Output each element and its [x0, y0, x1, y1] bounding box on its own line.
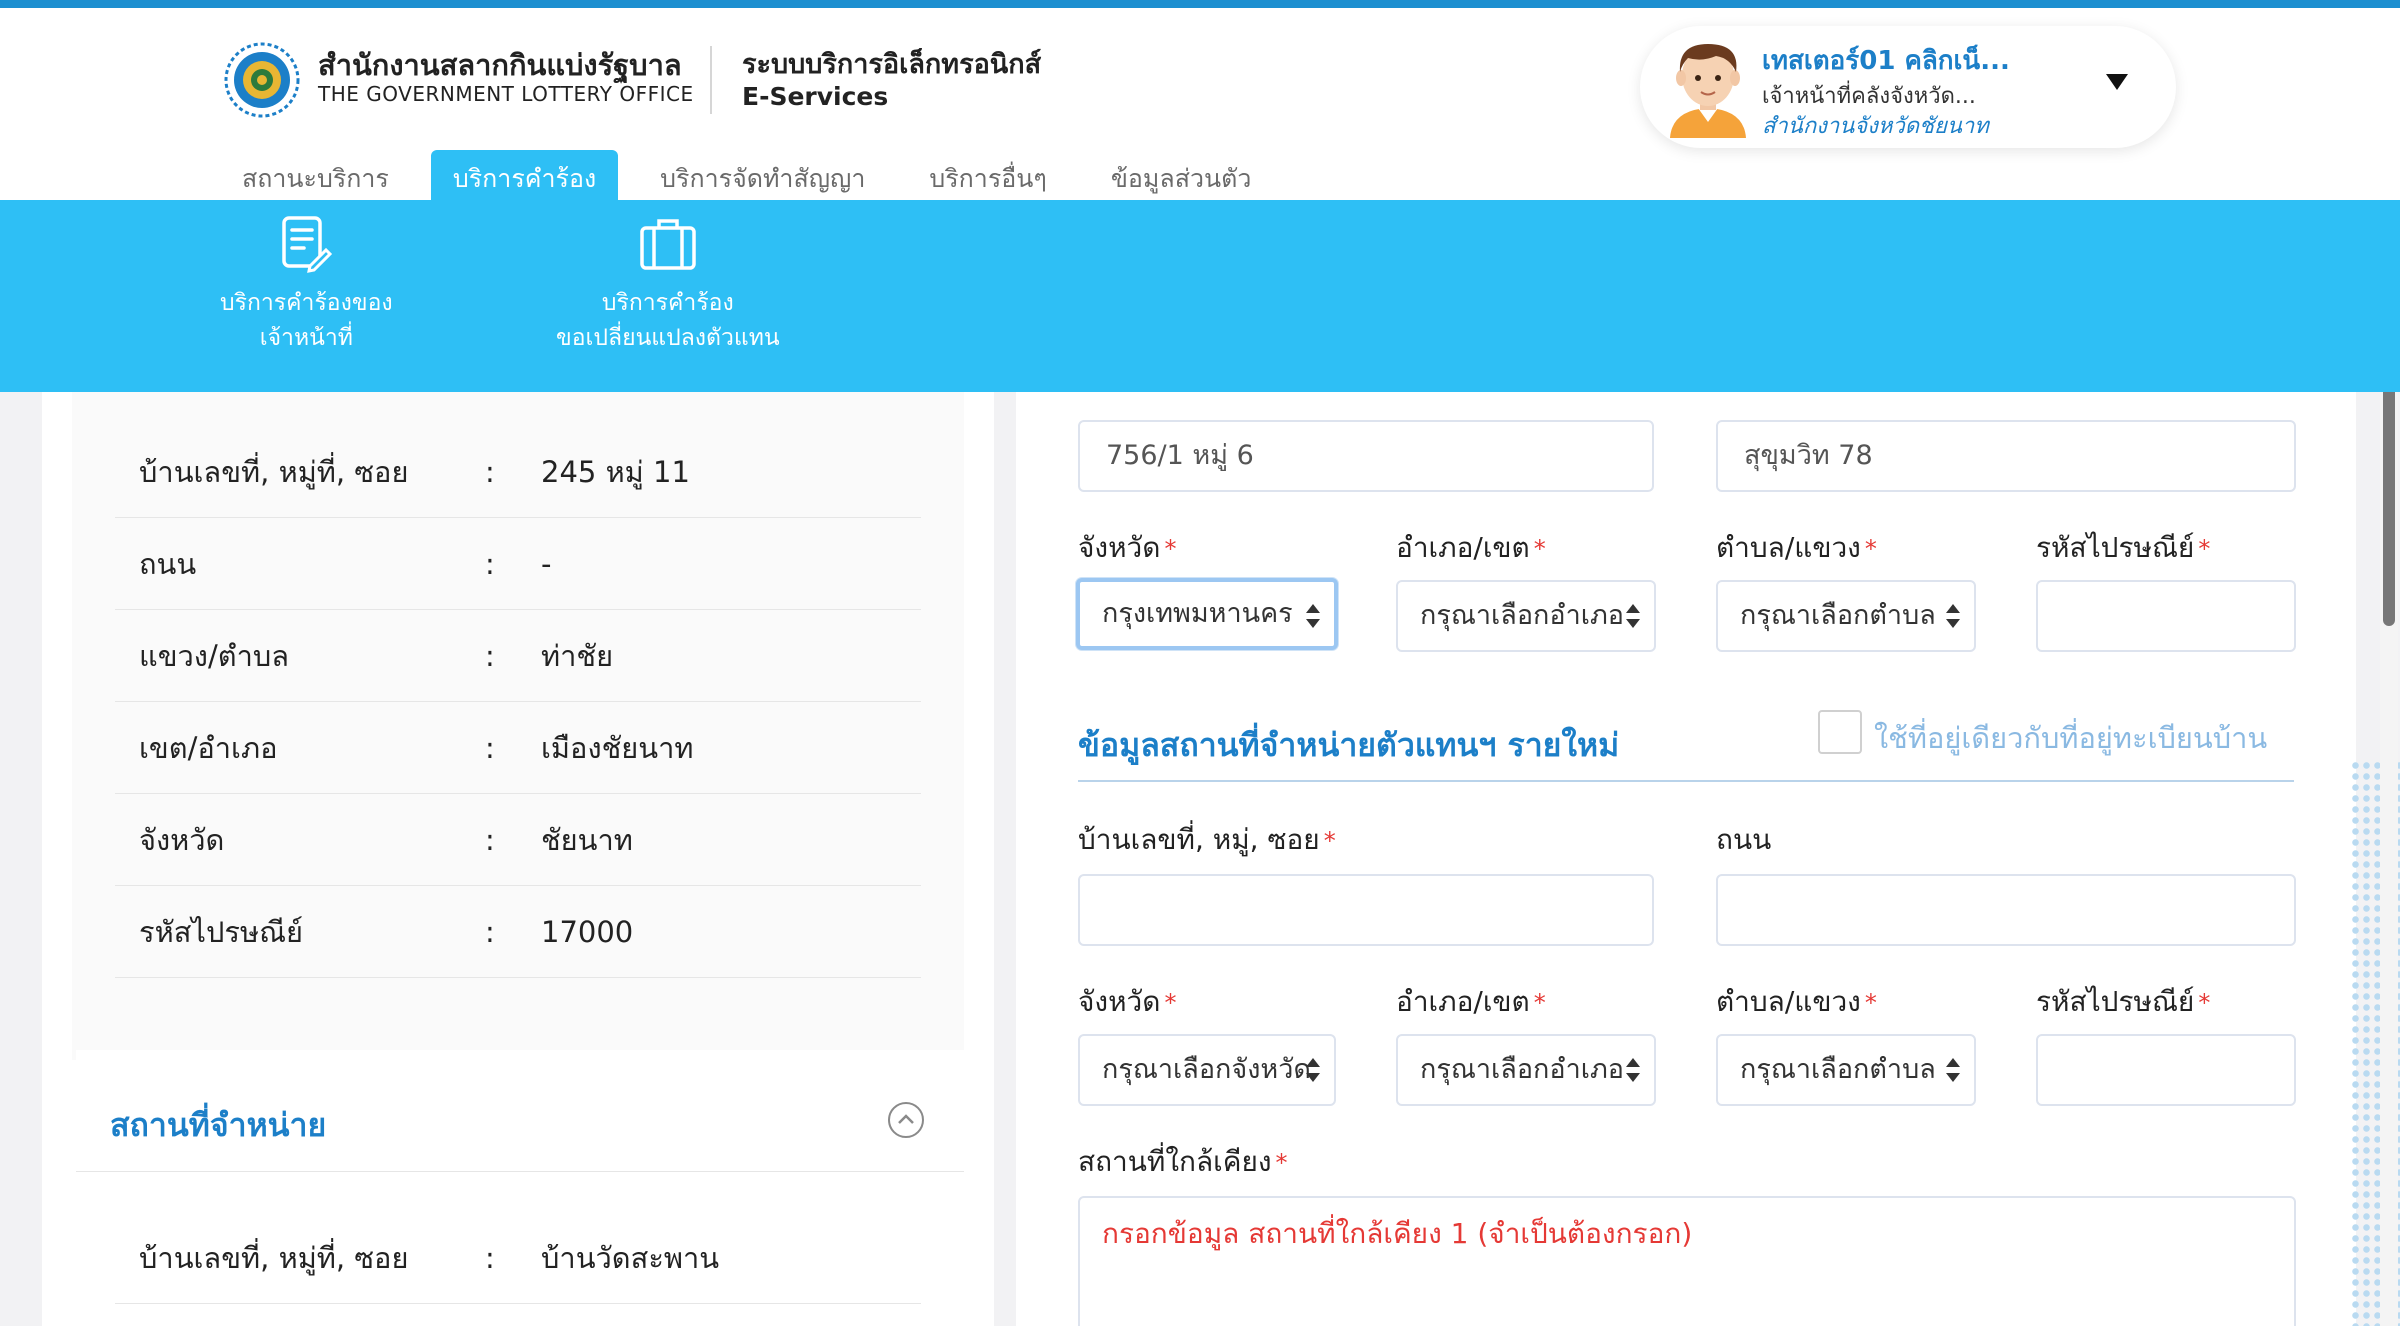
- section-header-sales-location[interactable]: สถานที่จำหน่าย: [76, 1050, 964, 1172]
- info-row-district: เขต/อำเภอ : เมืองชัยนาท: [115, 702, 921, 794]
- info-row-road: ถนน : -: [115, 518, 921, 610]
- section-divider: [1078, 780, 2294, 782]
- current-subdistrict-select[interactable]: กรุณาเลือกตำบล: [1716, 580, 1976, 652]
- info-value: 17000: [541, 915, 634, 949]
- system-name-th: ระบบบริการอิเล็กทรอนิกส์: [742, 49, 1042, 80]
- current-subdistrict-label: ตำบล/แขวง *: [1716, 531, 1877, 564]
- subnav-officer-requests-line2: เจ้าหน้าที่: [259, 325, 353, 351]
- info-value: -: [541, 547, 552, 581]
- current-province-label: จังหวัด *: [1078, 531, 1177, 564]
- user-office: สำนักงานจังหวัดชัยนาท: [1762, 114, 1989, 139]
- info-colon: :: [485, 547, 495, 581]
- current-district-select[interactable]: กรุณาเลือกอำเภอ: [1396, 580, 1656, 652]
- new-road-input[interactable]: [1716, 874, 2296, 946]
- current-postcode-input[interactable]: [2036, 580, 2296, 652]
- new-subdistrict-label: ตำบล/แขวง *: [1716, 985, 1877, 1018]
- subnav-bar: บริการคำร้องของ เจ้าหน้าที่ บริการคำร้อง…: [0, 200, 2400, 392]
- user-name: เทสเตอร์01 คลิกเน็...: [1762, 46, 2010, 76]
- chevron-down-icon[interactable]: [2106, 74, 2128, 90]
- header: สำนักงานสลากกินแบ่งรัฐบาล THE GOVERNMENT…: [0, 8, 2400, 208]
- current-road-input[interactable]: สุขุมวิท 78: [1716, 420, 2296, 492]
- subnav-agent-change-line2: ขอเปลี่ยนแปลงตัวแทน: [556, 325, 780, 351]
- info-value: ชัยนาท: [541, 823, 633, 857]
- info-colon: :: [485, 823, 495, 857]
- new-district-label: อำเภอ/เขต *: [1396, 985, 1546, 1018]
- briefcase-icon: [640, 219, 696, 270]
- new-sales-location-title: ข้อมูลสถานที่จำหน่ายตัวแทนฯ รายใหม่: [1078, 726, 1620, 764]
- info-value: บ้านวัดสะพาน: [541, 1241, 720, 1275]
- subnav-officer-requests[interactable]: บริการคำร้องของ เจ้าหน้าที่: [220, 214, 393, 356]
- subnav-officer-requests-line1: บริการคำร้องของ: [220, 290, 393, 316]
- subnav-agent-change-requests[interactable]: บริการคำร้อง ขอเปลี่ยนแปลงตัวแทน: [556, 214, 780, 356]
- chevron-up-icon[interactable]: [888, 1102, 924, 1138]
- nearby-place-label: สถานที่ใกล้เคียง *: [1078, 1145, 1288, 1178]
- same-address-checkbox[interactable]: [1818, 710, 1862, 754]
- info-colon: :: [485, 639, 495, 673]
- current-address-input[interactable]: 756/1 หมู่ 6: [1078, 420, 1654, 492]
- new-postcode-label: รหัสไปรษณีย์ *: [2036, 985, 2211, 1018]
- document-edit-icon: [282, 216, 333, 273]
- government-lottery-logo: [224, 42, 300, 118]
- current-postcode-label: รหัสไปรษณีย์ *: [2036, 531, 2211, 564]
- info-colon: :: [485, 455, 495, 489]
- new-province-select[interactable]: กรุณาเลือกจังหวัด: [1078, 1034, 1336, 1106]
- info-row-province: จังหวัด : ชัยนาท: [115, 794, 921, 886]
- org-name-en: THE GOVERNMENT LOTTERY OFFICE: [318, 82, 694, 106]
- info-colon: :: [485, 915, 495, 949]
- info-label: จังหวัด: [139, 823, 225, 857]
- info-row-sales-address: บ้านเลขที่, หมู่ที่, ซอย : บ้านวัดสะพาน: [115, 1212, 921, 1304]
- current-district-label: อำเภอ/เขต *: [1396, 531, 1546, 564]
- current-province-select[interactable]: กรุงเทพมหานคร: [1076, 578, 1338, 650]
- new-subdistrict-select[interactable]: กรุณาเลือกตำบล: [1716, 1034, 1976, 1106]
- info-label: ถนน: [139, 547, 197, 581]
- new-road-label: ถนน: [1716, 823, 1772, 856]
- info-label: รหัสไปรษณีย์: [139, 915, 303, 949]
- top-accent-bar: [0, 0, 2400, 8]
- info-colon: :: [485, 1241, 495, 1275]
- info-value: ท่าชัย: [541, 639, 614, 673]
- header-divider: [710, 46, 712, 114]
- same-address-label[interactable]: ใช้ที่อยู่เดียวกับที่อยู่ทะเบียนบ้าน: [1874, 715, 2267, 761]
- info-label: เขต/อำเภอ: [139, 731, 278, 765]
- info-label: บ้านเลขที่, หมู่ที่, ซอย: [139, 1241, 409, 1275]
- user-menu[interactable]: เทสเตอร์01 คลิกเน็... เจ้าหน้าที่คลังจัง…: [1640, 26, 2176, 148]
- subnav-agent-change-line1: บริการคำร้อง: [601, 290, 734, 316]
- nearby-place-textarea[interactable]: กรอกข้อมูล สถานที่ใกล้เคียง 1 (จำเป็นต้อ…: [1078, 1196, 2296, 1326]
- scrollbar-thumb[interactable]: [2383, 362, 2395, 626]
- new-province-label: จังหวัด *: [1078, 985, 1177, 1018]
- info-value: เมืองชัยนาท: [541, 731, 694, 765]
- info-label: บ้านเลขที่, หมู่ที่, ซอย: [139, 455, 409, 489]
- info-value: 245 หมู่ 11: [541, 455, 690, 489]
- new-address-label: บ้านเลขที่, หมู่, ซอย *: [1078, 823, 1336, 856]
- new-address-input[interactable]: [1078, 874, 1654, 946]
- info-row-address: บ้านเลขที่, หมู่ที่, ซอย : 245 หมู่ 11: [115, 426, 921, 518]
- new-district-select[interactable]: กรุณาเลือกอำเภอ: [1396, 1034, 1656, 1106]
- info-row-postcode: รหัสไปรษณีย์ : 17000: [115, 886, 921, 978]
- info-colon: :: [485, 731, 495, 765]
- info-row-subdistrict: แขวง/ตำบล : ท่าชัย: [115, 610, 921, 702]
- new-postcode-input[interactable]: [2036, 1034, 2296, 1106]
- system-name-en: E-Services: [742, 82, 889, 111]
- section-title: สถานที่จำหน่าย: [110, 1106, 327, 1144]
- avatar: [1670, 44, 1746, 138]
- info-label: แขวง/ตำบล: [139, 639, 290, 673]
